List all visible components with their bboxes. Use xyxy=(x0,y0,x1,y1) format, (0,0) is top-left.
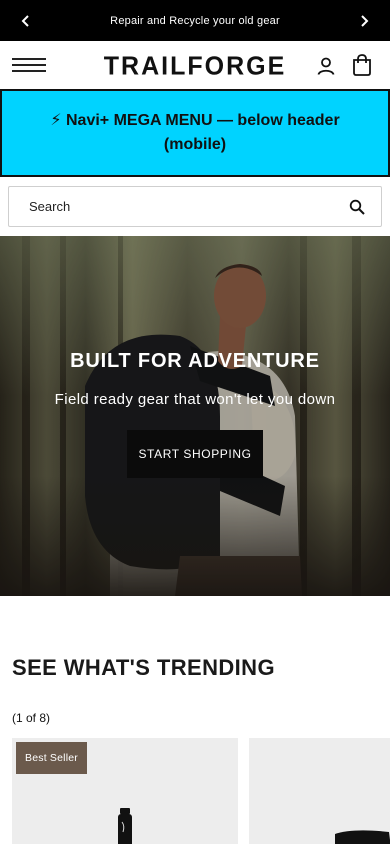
shopping-bag-icon[interactable] xyxy=(352,54,372,76)
hero-overlay xyxy=(0,236,390,596)
site-header: TRAILFORGE xyxy=(0,41,390,90)
hero-subtitle: Field ready gear that won't let you down xyxy=(54,391,336,408)
hero-banner: BUILT FOR ADVENTURE Field ready gear tha… xyxy=(0,236,390,596)
product-bag-image xyxy=(335,830,390,844)
user-icon[interactable] xyxy=(316,56,336,76)
search-input[interactable] xyxy=(9,187,339,226)
product-bottle-image xyxy=(118,808,132,844)
chevron-right-icon[interactable] xyxy=(343,0,384,41)
carousel-counter: (1 of 8) xyxy=(12,711,51,725)
search-box xyxy=(8,186,382,227)
product-card[interactable] xyxy=(249,738,390,844)
chevron-left-icon[interactable] xyxy=(5,0,46,41)
announcement-bar: Repair and Recycle your old gear xyxy=(0,0,390,41)
start-shopping-button[interactable]: START SHOPPING xyxy=(127,430,263,478)
search-icon[interactable] xyxy=(349,199,365,215)
trending-heading: SEE WHAT'S TRENDING xyxy=(12,655,275,680)
mega-menu-banner[interactable]: ⚡ Navi+ MEGA MENU — below header (mobile… xyxy=(0,89,390,177)
best-seller-badge: Best Seller xyxy=(16,742,87,774)
announcement-text[interactable]: Repair and Recycle your old gear xyxy=(110,15,280,27)
product-card[interactable]: Best Seller xyxy=(12,738,238,844)
mega-menu-label: ⚡ Navi+ MEGA MENU — below header (mobile… xyxy=(50,112,340,153)
hero-title: BUILT FOR ADVENTURE xyxy=(70,350,320,372)
